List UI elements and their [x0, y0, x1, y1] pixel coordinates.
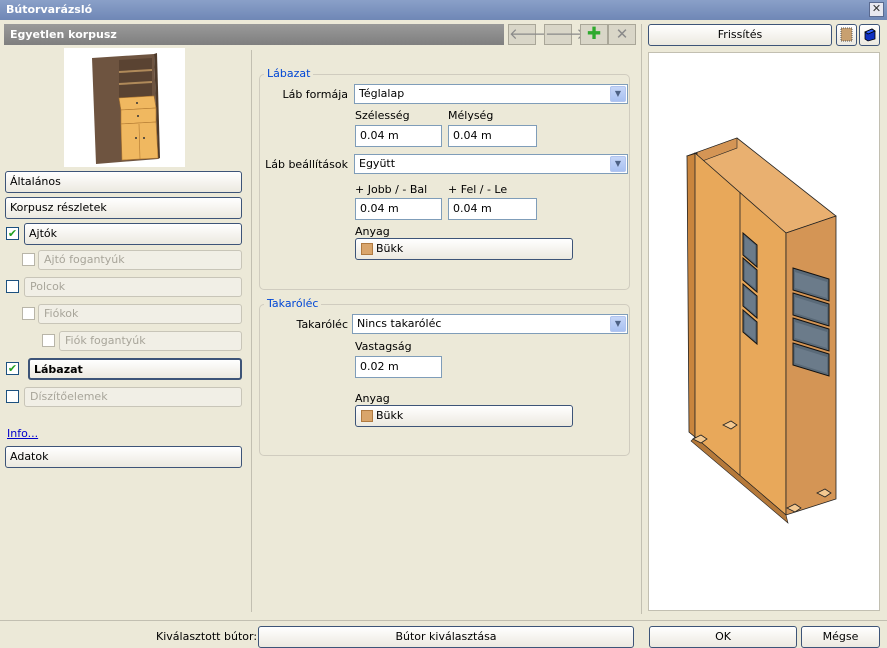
select-furniture-button[interactable]: Bútor kiválasztása [258, 626, 634, 648]
plinth-material-button[interactable]: Bükk [355, 405, 573, 427]
sidebar-item-adatok[interactable]: Adatok [5, 446, 242, 468]
cabinet-3d-render [686, 137, 837, 524]
arrow-left-icon[interactable]: 🡐 [508, 24, 549, 45]
info-link[interactable]: Info... [7, 427, 38, 440]
sidebar-item-label: Fiókok [44, 307, 79, 320]
fiok-fogantyuk-checkbox[interactable] [42, 334, 55, 347]
leg-settings-value: Együtt [359, 157, 396, 170]
panel-title: Egyetlen korpusz [10, 28, 117, 41]
leg-shape-select[interactable]: Téglalap ▼ [354, 84, 628, 104]
furniture-thumbnail [64, 48, 185, 167]
labazat-checkbox[interactable]: ✔ [6, 362, 19, 375]
refresh-label: Frissítés [717, 28, 763, 41]
ok-button[interactable]: OK [649, 626, 797, 648]
sidebar-item-diszitoelemek[interactable]: Díszítőelemek [24, 387, 242, 407]
sidebar-item-label: Ajtók [29, 227, 57, 240]
leg-shape-label: Láb formája [282, 88, 348, 101]
sidebar-item-label: Fiók fogantyúk [65, 334, 146, 347]
sidebar-item-label: Korpusz részletek [10, 201, 107, 214]
sidebar-item-label: Ajtó fogantyúk [44, 253, 125, 266]
cube-icon[interactable] [859, 24, 880, 46]
sidebar-item-fiokok[interactable]: Fiókok [38, 304, 242, 324]
selected-furniture-label: Kiválasztott bútor: [156, 630, 258, 643]
polcok-checkbox[interactable] [6, 280, 19, 293]
sidebar-item-ajto-fogantyuk[interactable]: Ajtó fogantyúk [38, 250, 242, 270]
plinth-type-label: Takaróléc [296, 318, 348, 331]
wood-swatch-icon [361, 410, 373, 422]
arrow-right-icon[interactable]: 🡒 [544, 24, 585, 45]
sidebar-item-label: Adatok [10, 450, 49, 463]
diszitoelemek-checkbox[interactable] [6, 390, 19, 403]
sidebar-item-ajtok[interactable]: Ajtók [24, 223, 242, 245]
sidebar-item-general[interactable]: Általános [5, 171, 242, 193]
leg-material-button[interactable]: Bükk [355, 238, 573, 260]
ok-label: OK [715, 630, 731, 643]
ajtok-checkbox[interactable]: ✔ [6, 227, 19, 240]
plus-icon[interactable]: ✚ [580, 24, 608, 45]
leg-settings-label: Láb beállítások [265, 158, 348, 171]
width-label: Szélesség [355, 109, 410, 122]
up-down-field[interactable]: 0.04 m [448, 198, 537, 220]
texture-icon[interactable] [836, 24, 857, 46]
panel-header: Egyetlen korpusz [4, 24, 504, 45]
sidebar-item-polcok[interactable]: Polcok [24, 277, 242, 297]
3d-preview[interactable] [648, 52, 880, 611]
leg-shape-value: Téglalap [359, 87, 405, 100]
sidebar-item-labazat[interactable]: Lábazat [28, 358, 242, 380]
chevron-down-icon[interactable]: ▼ [610, 86, 626, 102]
cancel-label: Mégse [822, 630, 859, 643]
left-divider [251, 50, 252, 612]
ajto-fogantyuk-checkbox[interactable] [22, 253, 35, 266]
close-icon[interactable]: ✕ [869, 2, 884, 17]
select-furniture-label: Bútor kiválasztása [395, 630, 497, 643]
footer-divider [0, 620, 887, 621]
sidebar-item-label: Általános [10, 175, 61, 188]
refresh-button[interactable]: Frissítés [648, 24, 832, 46]
fiokok-checkbox[interactable] [22, 307, 35, 320]
x-icon[interactable]: ✕ [608, 24, 636, 45]
chevron-down-icon[interactable]: ▼ [610, 156, 626, 172]
window-title: Bútorvarázsló [6, 3, 93, 16]
sidebar-item-label: Lábazat [34, 363, 83, 376]
sidebar-item-label: Díszítőelemek [30, 390, 108, 403]
depth-label: Mélység [448, 109, 494, 122]
right-left-field[interactable]: 0.04 m [355, 198, 442, 220]
window-titlebar: Bútorvarázsló ✕ [0, 0, 887, 20]
leg-settings-select[interactable]: Együtt ▼ [354, 154, 628, 174]
right-left-label: + Jobb / - Bal [355, 183, 428, 196]
sidebar-item-label: Polcok [30, 280, 66, 293]
leg-material-value: Bükk [376, 242, 404, 255]
chevron-down-icon[interactable]: ▼ [610, 316, 626, 332]
depth-field[interactable]: 0.04 m [448, 125, 537, 147]
leg-material-label: Anyag [355, 225, 390, 238]
cancel-button[interactable]: Mégse [801, 626, 880, 648]
sidebar-item-korpusz[interactable]: Korpusz részletek [5, 197, 242, 219]
thickness-label: Vastagság [355, 340, 412, 353]
takarolec-group-title: Takaróléc [264, 297, 322, 310]
plinth-material-label: Anyag [355, 392, 390, 405]
labazat-group-title: Lábazat [264, 67, 314, 80]
plinth-material-value: Bükk [376, 409, 404, 422]
wood-swatch-icon [361, 243, 373, 255]
up-down-label: + Fel / - Le [448, 183, 508, 196]
thickness-field[interactable]: 0.02 m [355, 356, 442, 378]
width-field[interactable]: 0.04 m [355, 125, 442, 147]
right-divider [641, 24, 642, 614]
plinth-type-value: Nincs takaróléc [357, 317, 442, 330]
plinth-type-select[interactable]: Nincs takaróléc ▼ [352, 314, 628, 334]
sidebar-item-fiok-fogantyuk[interactable]: Fiók fogantyúk [59, 331, 242, 351]
